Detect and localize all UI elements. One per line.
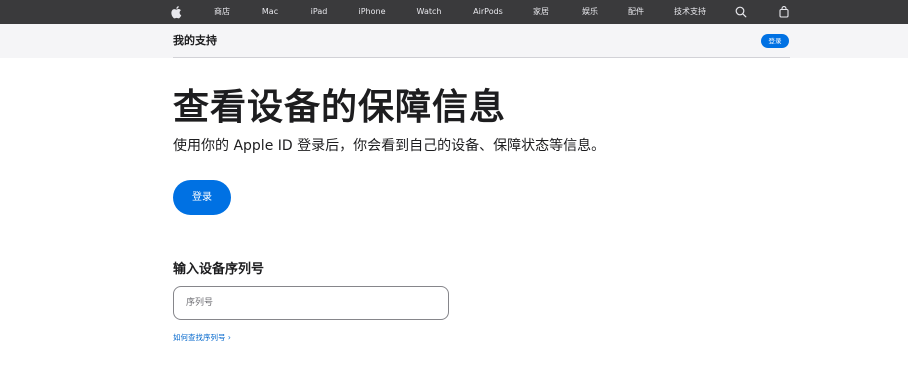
page-title: 查看设备的保障信息 [173,87,507,128]
sub-nav-signin-button[interactable]: 登录 [761,34,789,48]
nav-item-watch[interactable]: Watch [417,0,442,24]
search-icon[interactable] [733,4,749,20]
shopping-bag-icon[interactable] [776,4,792,20]
page-subtitle: 使用你的 Apple ID 登录后，你会看到自己的设备、保障状态等信息。 [173,138,606,154]
nav-item-mac[interactable]: Mac [262,0,278,24]
serial-section-heading: 输入设备序列号 [173,262,265,277]
nav-item-entertainment[interactable]: 娱乐 [582,0,598,24]
nav-item-airpods[interactable]: AirPods [473,0,503,24]
nav-item-home[interactable]: 家居 [533,0,549,24]
nav-item-iphone[interactable]: iPhone [358,0,385,24]
find-serial-link[interactable]: 如何查找序列号 › [173,332,231,343]
sub-nav-title[interactable]: 我的支持 [173,24,217,58]
serial-number-input[interactable] [173,286,449,320]
signin-button[interactable]: 登录 [173,180,231,215]
apple-logo-icon[interactable] [169,4,185,20]
nav-item-accessories[interactable]: 配件 [628,0,644,24]
nav-item-store[interactable]: 商店 [214,0,230,24]
sub-nav-divider [173,57,790,58]
nav-item-ipad[interactable]: iPad [311,0,328,24]
nav-item-support[interactable]: 技术支持 [674,0,706,24]
global-nav: 商店 Mac iPad iPhone Watch AirPods 家居 娱乐 配… [0,0,908,24]
